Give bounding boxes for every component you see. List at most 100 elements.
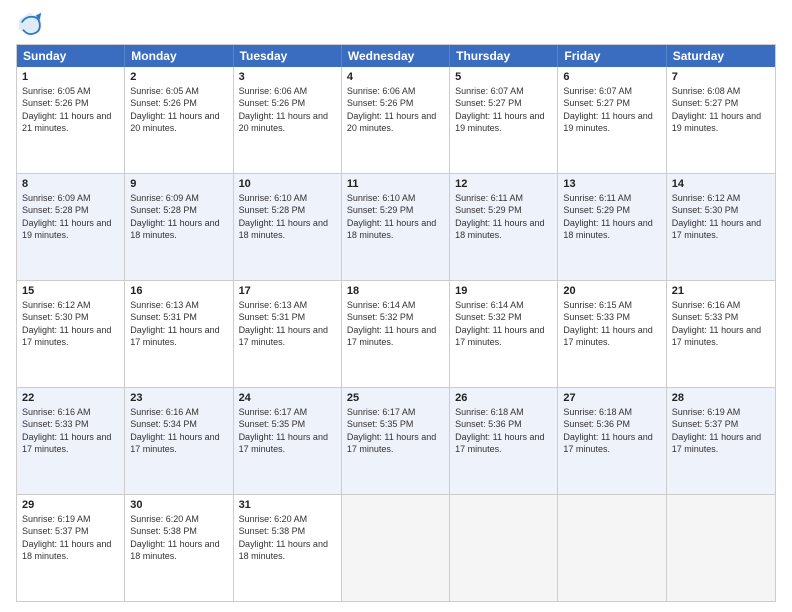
day-info: Sunrise: 6:16 AMSunset: 5:33 PMDaylight:… [22, 406, 119, 455]
calendar-cell: 29Sunrise: 6:19 AMSunset: 5:37 PMDayligh… [17, 495, 125, 601]
calendar-cell: 31Sunrise: 6:20 AMSunset: 5:38 PMDayligh… [234, 495, 342, 601]
day-number: 31 [239, 498, 336, 512]
calendar-cell: 27Sunrise: 6:18 AMSunset: 5:36 PMDayligh… [558, 388, 666, 494]
calendar-cell: 10Sunrise: 6:10 AMSunset: 5:28 PMDayligh… [234, 174, 342, 280]
day-number: 30 [130, 498, 227, 512]
day-info: Sunrise: 6:09 AMSunset: 5:28 PMDaylight:… [130, 192, 227, 241]
calendar-cell [342, 495, 450, 601]
day-info: Sunrise: 6:16 AMSunset: 5:34 PMDaylight:… [130, 406, 227, 455]
day-number: 10 [239, 177, 336, 191]
day-info: Sunrise: 6:13 AMSunset: 5:31 PMDaylight:… [130, 299, 227, 348]
day-number: 14 [672, 177, 770, 191]
calendar-header-cell: Wednesday [342, 45, 450, 67]
day-number: 13 [563, 177, 660, 191]
day-number: 20 [563, 284, 660, 298]
calendar-cell: 13Sunrise: 6:11 AMSunset: 5:29 PMDayligh… [558, 174, 666, 280]
day-number: 28 [672, 391, 770, 405]
calendar-row: 22Sunrise: 6:16 AMSunset: 5:33 PMDayligh… [17, 387, 775, 494]
day-info: Sunrise: 6:05 AMSunset: 5:26 PMDaylight:… [130, 85, 227, 134]
day-info: Sunrise: 6:06 AMSunset: 5:26 PMDaylight:… [347, 85, 444, 134]
header [16, 10, 776, 38]
calendar-cell: 26Sunrise: 6:18 AMSunset: 5:36 PMDayligh… [450, 388, 558, 494]
day-number: 3 [239, 70, 336, 84]
calendar-cell [450, 495, 558, 601]
day-info: Sunrise: 6:15 AMSunset: 5:33 PMDaylight:… [563, 299, 660, 348]
calendar-cell: 7Sunrise: 6:08 AMSunset: 5:27 PMDaylight… [667, 67, 775, 173]
day-info: Sunrise: 6:17 AMSunset: 5:35 PMDaylight:… [347, 406, 444, 455]
calendar-cell: 17Sunrise: 6:13 AMSunset: 5:31 PMDayligh… [234, 281, 342, 387]
day-number: 19 [455, 284, 552, 298]
day-info: Sunrise: 6:19 AMSunset: 5:37 PMDaylight:… [22, 513, 119, 562]
calendar-cell: 5Sunrise: 6:07 AMSunset: 5:27 PMDaylight… [450, 67, 558, 173]
calendar-header-cell: Monday [125, 45, 233, 67]
day-info: Sunrise: 6:07 AMSunset: 5:27 PMDaylight:… [563, 85, 660, 134]
calendar-cell: 2Sunrise: 6:05 AMSunset: 5:26 PMDaylight… [125, 67, 233, 173]
day-info: Sunrise: 6:12 AMSunset: 5:30 PMDaylight:… [22, 299, 119, 348]
day-info: Sunrise: 6:13 AMSunset: 5:31 PMDaylight:… [239, 299, 336, 348]
day-number: 16 [130, 284, 227, 298]
calendar-cell: 12Sunrise: 6:11 AMSunset: 5:29 PMDayligh… [450, 174, 558, 280]
day-number: 7 [672, 70, 770, 84]
calendar-cell: 11Sunrise: 6:10 AMSunset: 5:29 PMDayligh… [342, 174, 450, 280]
day-info: Sunrise: 6:09 AMSunset: 5:28 PMDaylight:… [22, 192, 119, 241]
calendar-cell: 8Sunrise: 6:09 AMSunset: 5:28 PMDaylight… [17, 174, 125, 280]
day-info: Sunrise: 6:11 AMSunset: 5:29 PMDaylight:… [455, 192, 552, 241]
day-number: 8 [22, 177, 119, 191]
day-number: 27 [563, 391, 660, 405]
day-number: 22 [22, 391, 119, 405]
calendar-cell [558, 495, 666, 601]
calendar-cell: 4Sunrise: 6:06 AMSunset: 5:26 PMDaylight… [342, 67, 450, 173]
calendar-cell: 16Sunrise: 6:13 AMSunset: 5:31 PMDayligh… [125, 281, 233, 387]
day-info: Sunrise: 6:10 AMSunset: 5:28 PMDaylight:… [239, 192, 336, 241]
page: SundayMondayTuesdayWednesdayThursdayFrid… [0, 0, 792, 612]
calendar-row: 15Sunrise: 6:12 AMSunset: 5:30 PMDayligh… [17, 280, 775, 387]
day-number: 25 [347, 391, 444, 405]
day-number: 11 [347, 177, 444, 191]
calendar-cell: 19Sunrise: 6:14 AMSunset: 5:32 PMDayligh… [450, 281, 558, 387]
logo [16, 10, 48, 38]
day-info: Sunrise: 6:14 AMSunset: 5:32 PMDaylight:… [347, 299, 444, 348]
day-number: 17 [239, 284, 336, 298]
day-number: 5 [455, 70, 552, 84]
day-number: 9 [130, 177, 227, 191]
day-info: Sunrise: 6:16 AMSunset: 5:33 PMDaylight:… [672, 299, 770, 348]
day-info: Sunrise: 6:18 AMSunset: 5:36 PMDaylight:… [563, 406, 660, 455]
calendar: SundayMondayTuesdayWednesdayThursdayFrid… [16, 44, 776, 602]
day-info: Sunrise: 6:11 AMSunset: 5:29 PMDaylight:… [563, 192, 660, 241]
day-info: Sunrise: 6:20 AMSunset: 5:38 PMDaylight:… [239, 513, 336, 562]
calendar-header-cell: Thursday [450, 45, 558, 67]
calendar-body: 1Sunrise: 6:05 AMSunset: 5:26 PMDaylight… [17, 67, 775, 601]
calendar-cell [667, 495, 775, 601]
day-number: 2 [130, 70, 227, 84]
calendar-header-cell: Friday [558, 45, 666, 67]
calendar-cell: 14Sunrise: 6:12 AMSunset: 5:30 PMDayligh… [667, 174, 775, 280]
day-number: 12 [455, 177, 552, 191]
calendar-row: 1Sunrise: 6:05 AMSunset: 5:26 PMDaylight… [17, 67, 775, 173]
day-info: Sunrise: 6:14 AMSunset: 5:32 PMDaylight:… [455, 299, 552, 348]
calendar-cell: 20Sunrise: 6:15 AMSunset: 5:33 PMDayligh… [558, 281, 666, 387]
day-info: Sunrise: 6:07 AMSunset: 5:27 PMDaylight:… [455, 85, 552, 134]
logo-icon [16, 10, 44, 38]
day-number: 23 [130, 391, 227, 405]
calendar-cell: 22Sunrise: 6:16 AMSunset: 5:33 PMDayligh… [17, 388, 125, 494]
calendar-cell: 23Sunrise: 6:16 AMSunset: 5:34 PMDayligh… [125, 388, 233, 494]
day-number: 26 [455, 391, 552, 405]
calendar-cell: 24Sunrise: 6:17 AMSunset: 5:35 PMDayligh… [234, 388, 342, 494]
day-info: Sunrise: 6:05 AMSunset: 5:26 PMDaylight:… [22, 85, 119, 134]
day-number: 1 [22, 70, 119, 84]
day-number: 18 [347, 284, 444, 298]
day-info: Sunrise: 6:08 AMSunset: 5:27 PMDaylight:… [672, 85, 770, 134]
day-number: 29 [22, 498, 119, 512]
day-number: 6 [563, 70, 660, 84]
day-info: Sunrise: 6:20 AMSunset: 5:38 PMDaylight:… [130, 513, 227, 562]
day-info: Sunrise: 6:12 AMSunset: 5:30 PMDaylight:… [672, 192, 770, 241]
day-number: 21 [672, 284, 770, 298]
day-info: Sunrise: 6:19 AMSunset: 5:37 PMDaylight:… [672, 406, 770, 455]
calendar-row: 8Sunrise: 6:09 AMSunset: 5:28 PMDaylight… [17, 173, 775, 280]
day-info: Sunrise: 6:17 AMSunset: 5:35 PMDaylight:… [239, 406, 336, 455]
calendar-cell: 1Sunrise: 6:05 AMSunset: 5:26 PMDaylight… [17, 67, 125, 173]
calendar-cell: 18Sunrise: 6:14 AMSunset: 5:32 PMDayligh… [342, 281, 450, 387]
day-info: Sunrise: 6:10 AMSunset: 5:29 PMDaylight:… [347, 192, 444, 241]
calendar-cell: 9Sunrise: 6:09 AMSunset: 5:28 PMDaylight… [125, 174, 233, 280]
calendar-cell: 25Sunrise: 6:17 AMSunset: 5:35 PMDayligh… [342, 388, 450, 494]
